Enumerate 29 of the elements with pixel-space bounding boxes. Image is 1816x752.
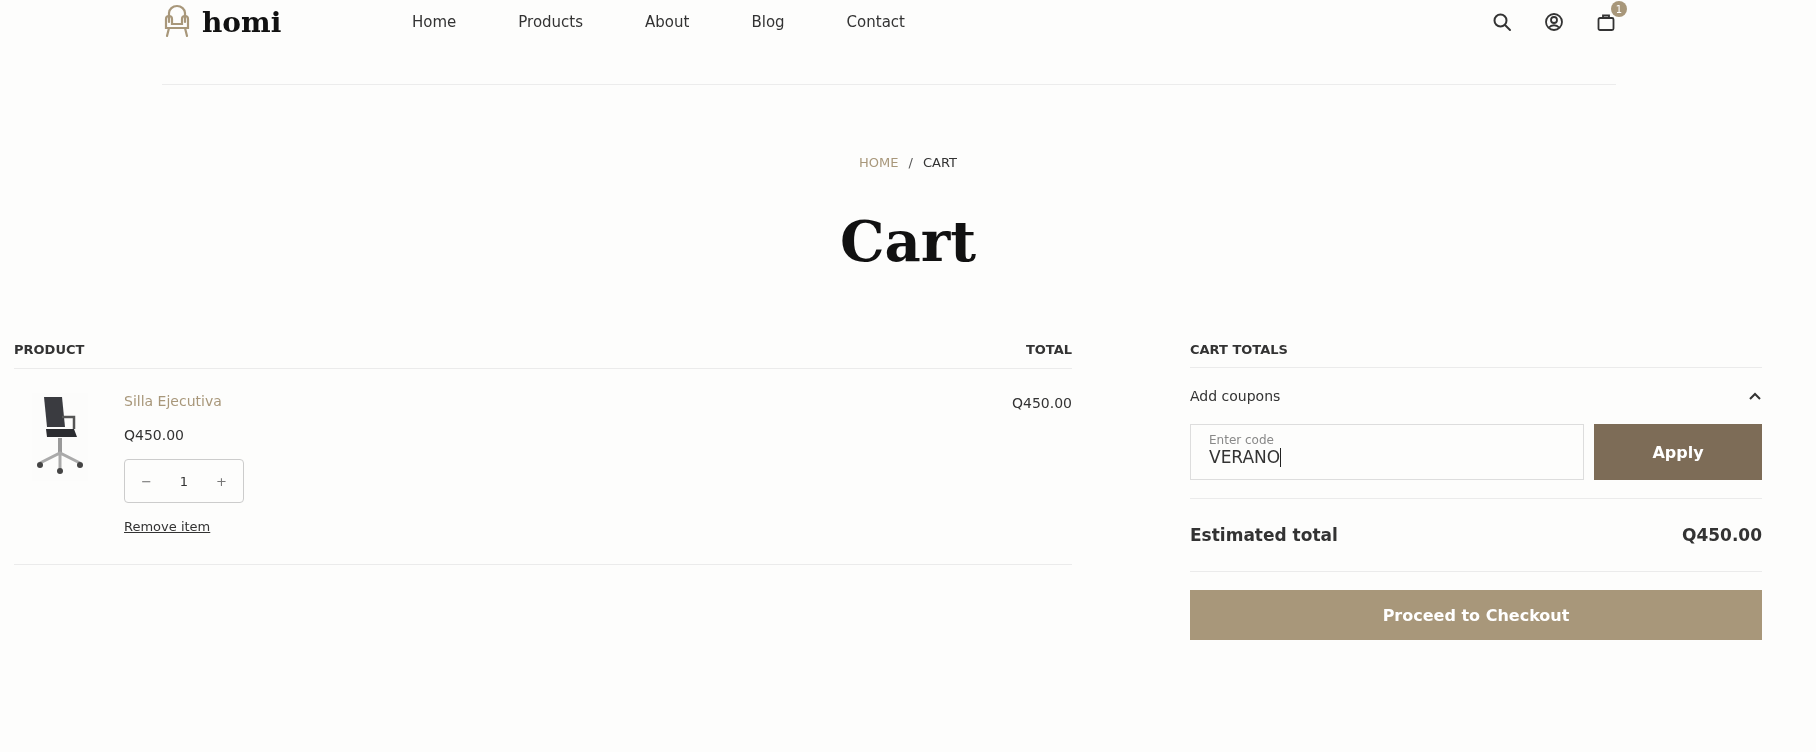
remove-item-link[interactable]: Remove item	[124, 519, 244, 534]
apply-button[interactable]: Apply	[1594, 424, 1762, 480]
logo-text[interactable]: homi	[202, 5, 282, 39]
page-title: Cart	[838, 208, 978, 274]
add-coupons-toggle[interactable]: Add coupons	[1190, 388, 1281, 404]
armchair-icon	[162, 4, 192, 40]
column-header: TOTAL	[1025, 342, 1072, 359]
cart-totals-heading: CART TOTALS	[1190, 342, 1762, 368]
coupon-code-field[interactable]: Enter code VERANO	[1190, 424, 1584, 480]
column-header: PRODUCT	[14, 342, 85, 359]
nav-link[interactable]: Contact	[846, 13, 905, 31]
estimated-total-label: Estimated total	[1190, 525, 1338, 545]
breadcrumb-separator: /	[908, 155, 913, 170]
nav-link[interactable]: Products	[518, 13, 584, 31]
increase-button[interactable]: +	[212, 471, 231, 491]
cart-count-badge: 1	[1611, 1, 1627, 17]
breadcrumb-current: CART	[922, 155, 957, 170]
estimated-total-value: Q450.00	[1681, 525, 1762, 545]
nav-link[interactable]: About	[645, 13, 690, 31]
nav-link[interactable]: Blog	[751, 13, 785, 31]
chevron-icon[interactable]	[1748, 391, 1762, 401]
bag-icon[interactable]	[1596, 12, 1616, 32]
account-icon[interactable]	[1544, 12, 1564, 32]
product-price: Q450.00	[124, 427, 185, 443]
search-icon[interactable]	[1492, 12, 1512, 32]
quantity-value[interactable]: 1	[179, 473, 189, 489]
decrease-button[interactable]: −	[137, 471, 156, 491]
line-total: Q450.00	[1012, 395, 1072, 411]
nav-link[interactable]: Home	[412, 13, 457, 31]
